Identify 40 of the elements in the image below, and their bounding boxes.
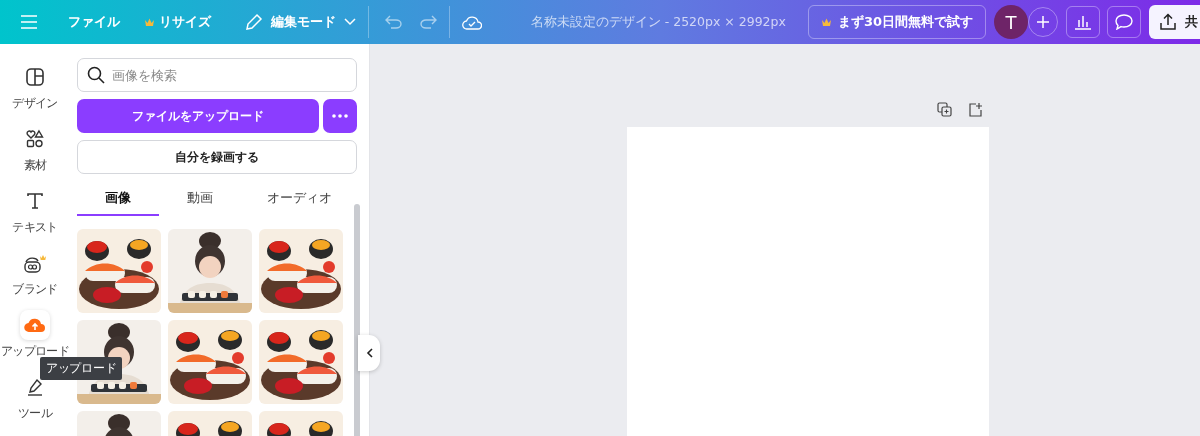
add-page-icon[interactable] [967,102,983,117]
shapes-icon [25,129,45,149]
bar-chart-icon [1074,14,1092,30]
chevron-left-icon [365,348,373,358]
collapse-panel-button[interactable] [358,335,380,371]
tooltip: アップロード [40,357,123,380]
record-button[interactable]: 自分を録画する [77,140,357,174]
layout-icon [25,67,45,87]
tab[interactable]: オーディオ [241,182,357,216]
sidebar-item[interactable]: デザイン [12,62,58,124]
speech-bubble-icon [1115,14,1133,30]
sidebar-item[interactable]: ブランド [12,248,58,310]
crown-icon [820,17,832,27]
more-icon [332,114,348,118]
crown-icon [144,17,155,27]
text-icon [25,191,45,211]
share-button[interactable]: 共 [1149,5,1200,39]
pencil-icon [245,13,263,31]
upload-cloud-icon [24,316,46,334]
free-trial-button[interactable]: まず30日間無料で試す [807,5,986,39]
analytics-button[interactable] [1066,6,1100,38]
search-icon [87,66,105,84]
sidebar-item[interactable]: テキスト [12,186,58,248]
chevron-down-icon [344,18,356,26]
undo-icon[interactable] [385,15,403,29]
search-field[interactable]: 画像を検索 [77,58,357,92]
share-icon [1159,13,1177,31]
design-title: 名称未設定のデザイン - 2520px × 2992px [530,13,786,31]
avatar[interactable]: T [994,5,1028,39]
sidebar-item[interactable]: 素材 [20,124,50,186]
tab[interactable]: 画像 [77,182,159,216]
tab[interactable]: 動画 [159,182,241,216]
comment-button[interactable] [1107,6,1141,38]
redo-icon[interactable] [419,15,437,29]
scrollbar[interactable] [354,204,360,436]
duplicate-page-icon[interactable] [936,102,952,117]
upload-button[interactable]: ファイルをアップロード [77,99,319,133]
pen-icon [25,377,45,397]
cloud-check-icon[interactable] [462,14,482,30]
more-button[interactable] [323,99,357,133]
